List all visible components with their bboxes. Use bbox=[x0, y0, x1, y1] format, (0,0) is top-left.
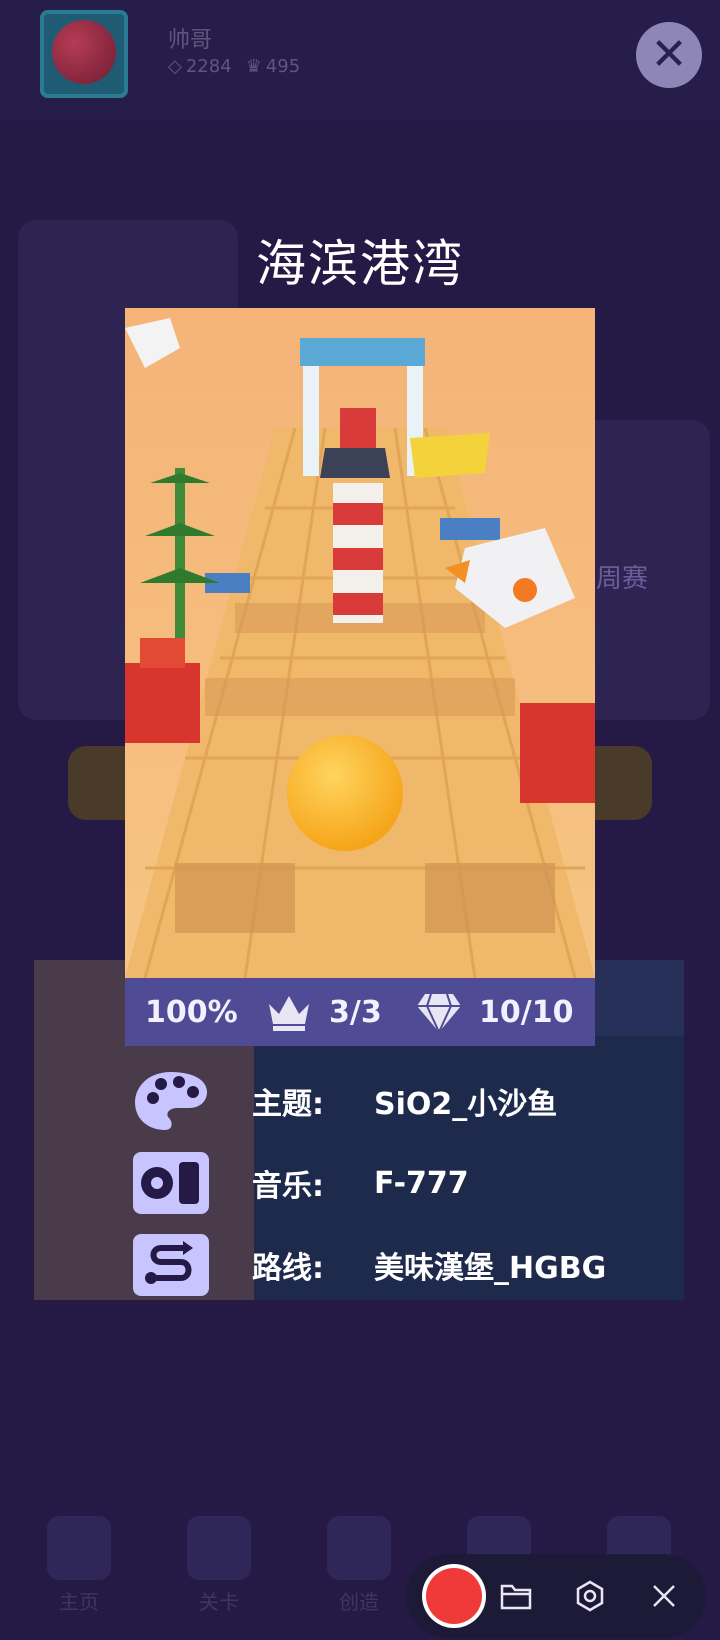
record-button[interactable] bbox=[426, 1568, 482, 1624]
settings-icon[interactable] bbox=[572, 1578, 608, 1614]
nav-create: 创造 bbox=[314, 1516, 404, 1615]
crown-value: 3/3 bbox=[329, 994, 382, 1030]
progress-stat: 100% bbox=[145, 995, 238, 1030]
home-icon bbox=[47, 1516, 111, 1580]
crown-count: 495 bbox=[265, 56, 301, 77]
folder-icon[interactable] bbox=[498, 1578, 534, 1614]
close-button[interactable]: ✕ bbox=[636, 22, 702, 88]
route-icon bbox=[130, 1232, 212, 1298]
theme-value: SiO2_小沙鱼 bbox=[374, 1087, 558, 1122]
level-title: 海滨港湾 bbox=[256, 235, 464, 293]
gem-stat: 10/10 bbox=[415, 990, 573, 1034]
list-icon bbox=[187, 1516, 251, 1580]
nav-levels-label: 关卡 bbox=[199, 1590, 239, 1614]
palette-icon bbox=[130, 1068, 212, 1134]
gem-icon: ◇ bbox=[168, 56, 182, 77]
music-label: 音乐: bbox=[252, 1169, 324, 1204]
nav-home: 主页 bbox=[34, 1516, 124, 1615]
profile-stats: ◇ 2284 ♛ 495 bbox=[168, 56, 300, 77]
nav-home-label: 主页 bbox=[59, 1590, 99, 1614]
music-value: F-777 bbox=[374, 1165, 469, 1201]
nav-create-label: 创造 bbox=[339, 1590, 379, 1614]
nav-levels: 关卡 bbox=[174, 1516, 264, 1615]
route-value: 美味漢堡_HGBG bbox=[374, 1251, 607, 1286]
crown-icon bbox=[269, 996, 309, 1031]
theme-label: 主题: bbox=[252, 1087, 324, 1122]
bulb-icon bbox=[327, 1516, 391, 1580]
level-preview-image[interactable] bbox=[125, 308, 595, 978]
progress-value: 100% bbox=[145, 994, 238, 1030]
route-label: 路线: bbox=[252, 1251, 324, 1286]
crown-icon: ♛ bbox=[245, 56, 262, 77]
close-icon[interactable] bbox=[646, 1578, 682, 1614]
route-row: 路线: 美味漢堡_HGBG bbox=[130, 1230, 610, 1300]
avatar bbox=[40, 10, 128, 98]
crown-stat: 3/3 bbox=[265, 992, 382, 1032]
gem-value: 10/10 bbox=[479, 994, 574, 1030]
username: 帅哥 bbox=[168, 28, 213, 53]
theme-row: 主题: SiO2_小沙鱼 bbox=[130, 1066, 610, 1136]
music-player-icon bbox=[130, 1150, 212, 1216]
recorder-toolbar bbox=[406, 1554, 706, 1638]
gem-icon bbox=[417, 993, 461, 1034]
close-icon: ✕ bbox=[650, 29, 688, 80]
weekly-label: 周赛 bbox=[596, 564, 649, 594]
music-row: 音乐: F-777 bbox=[130, 1148, 610, 1218]
gem-count: 2284 bbox=[185, 56, 232, 77]
level-stats-bar: 100% 3/3 10/10 bbox=[125, 978, 595, 1046]
